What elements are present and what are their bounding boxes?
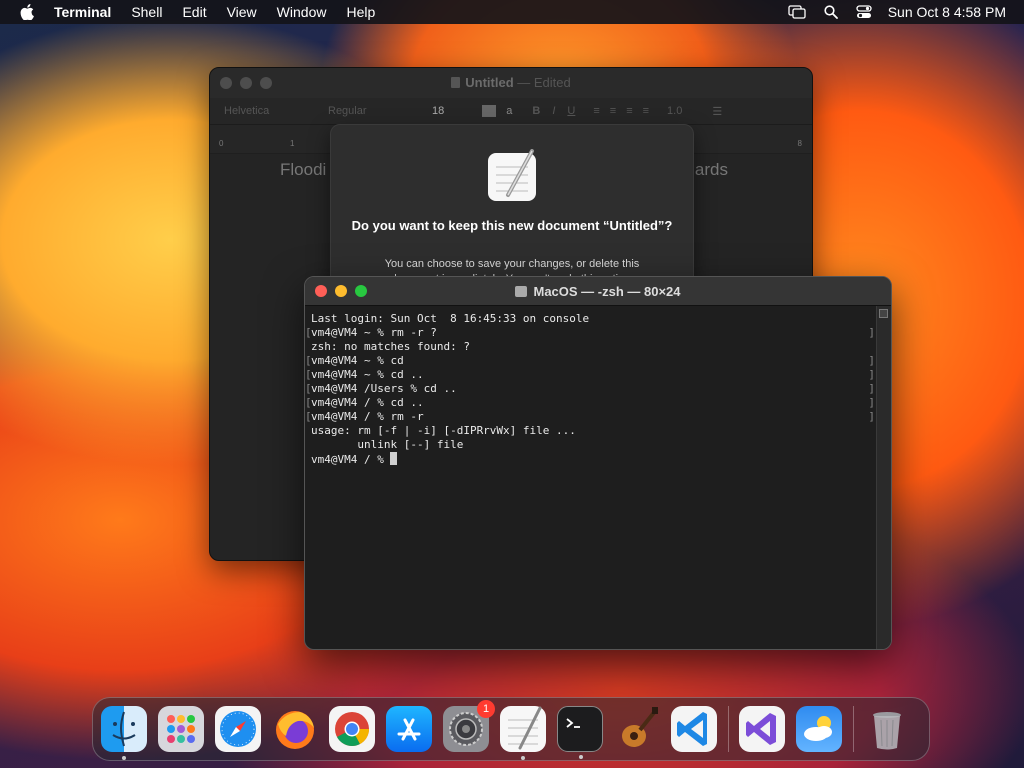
screen-mirroring-icon[interactable] bbox=[788, 5, 806, 19]
terminal-line: unlink [--] file bbox=[311, 438, 464, 451]
running-indicator bbox=[579, 755, 583, 759]
visual-studio-icon[interactable] bbox=[739, 706, 785, 752]
menu-edit[interactable]: Edit bbox=[182, 4, 206, 20]
chrome-icon[interactable] bbox=[329, 706, 375, 752]
terminal-line: zsh: no matches found: ? bbox=[311, 340, 470, 353]
terminal-line: vm4@VM4 ~ % cd bbox=[305, 354, 877, 368]
notification-badge: 1 bbox=[477, 700, 495, 718]
align-right-icon[interactable]: ≡ bbox=[626, 105, 632, 117]
text-cursor bbox=[390, 452, 398, 465]
apple-menu-icon[interactable] bbox=[20, 4, 34, 20]
textedit-document-icon bbox=[486, 149, 538, 203]
dock: 1 bbox=[92, 697, 930, 761]
menu-view[interactable]: View bbox=[227, 4, 257, 20]
underline-button[interactable]: U bbox=[567, 105, 575, 117]
terminal-line: usage: rm [-f | -i] [-dIPRrvWx] file ... bbox=[311, 424, 576, 437]
running-indicator bbox=[521, 756, 525, 760]
document-text-right[interactable]: ards bbox=[695, 160, 728, 180]
finder-icon[interactable] bbox=[101, 706, 147, 760]
menu-help[interactable]: Help bbox=[346, 4, 375, 20]
menu-app-name[interactable]: Terminal bbox=[54, 4, 111, 20]
textedit-title-text: Untitled bbox=[465, 75, 514, 90]
document-text-left[interactable]: Floodi bbox=[280, 160, 326, 180]
menu-bar-extras: Sun Oct 8 4:58 PM bbox=[770, 0, 1006, 24]
menu-clock[interactable]: Sun Oct 8 4:58 PM bbox=[888, 4, 1006, 20]
dock-separator bbox=[853, 706, 854, 752]
garageband-icon[interactable] bbox=[614, 706, 660, 752]
align-center-icon[interactable]: ≡ bbox=[610, 105, 616, 117]
terminal-output[interactable]: Last login: Sun Oct 8 16:45:33 on consol… bbox=[305, 306, 877, 649]
terminal-title-text: MacOS — -zsh — 80×24 bbox=[533, 284, 681, 299]
italic-button[interactable]: I bbox=[552, 105, 555, 117]
vscode-icon[interactable] bbox=[671, 706, 717, 752]
text-color-swatch[interactable] bbox=[482, 105, 497, 117]
launchpad-icon[interactable] bbox=[158, 706, 204, 752]
running-indicator bbox=[122, 756, 126, 760]
ruler-mark-1: 1 bbox=[290, 139, 295, 148]
sheet-question: Do you want to keep this new document “U… bbox=[351, 218, 673, 233]
keep-document-sheet: Do you want to keep this new document “U… bbox=[330, 124, 694, 286]
safari-icon[interactable] bbox=[215, 706, 261, 752]
terminal-line: vm4@VM4 ~ % rm -r ? bbox=[305, 326, 877, 340]
dock-separator bbox=[728, 706, 729, 752]
app-store-icon[interactable] bbox=[386, 706, 432, 752]
textedit-edited-label: — Edited bbox=[513, 75, 571, 90]
menu-bar: Terminal Shell Edit View Window Help Sun… bbox=[0, 0, 1024, 24]
terminal-line: Last login: Sun Oct 8 16:45:33 on consol… bbox=[311, 312, 590, 325]
weather-icon[interactable] bbox=[796, 706, 842, 752]
bold-button[interactable]: B bbox=[532, 105, 540, 117]
control-center-icon[interactable] bbox=[856, 5, 872, 19]
terminal-window: MacOS — -zsh — 80×24 Last login: Sun Oct… bbox=[304, 276, 892, 650]
system-settings-icon[interactable]: 1 bbox=[443, 700, 495, 752]
document-icon bbox=[451, 77, 461, 88]
list-bullets-icon[interactable]: ☰ bbox=[712, 105, 722, 118]
font-size-select[interactable]: 18 bbox=[432, 105, 444, 117]
textedit-format-bar: Helvetica Regular 18 a B I U ≡ ≡ ≡ ≡ 1.0… bbox=[210, 98, 812, 125]
terminal-line: vm4@VM4 / % cd .. bbox=[305, 396, 877, 410]
terminal-prompt-line[interactable]: vm4@VM4 / % bbox=[305, 452, 877, 466]
font-style-select[interactable]: Regular bbox=[328, 105, 408, 117]
menu-window[interactable]: Window bbox=[277, 4, 327, 20]
textedit-title: Untitled — Edited bbox=[210, 75, 812, 90]
line-spacing-select[interactable]: 1.0 bbox=[667, 105, 682, 117]
terminal-line: vm4@VM4 ~ % cd .. bbox=[305, 368, 877, 382]
firefox-icon[interactable] bbox=[272, 706, 318, 752]
terminal-line: vm4@VM4 /Users % cd .. bbox=[305, 382, 877, 396]
trash-icon[interactable] bbox=[864, 706, 910, 752]
split-pane-icon[interactable] bbox=[879, 309, 888, 318]
highlight-color-button[interactable]: a bbox=[506, 105, 512, 117]
terminal-prompt: vm4@VM4 / % bbox=[311, 453, 391, 466]
folder-icon bbox=[515, 286, 528, 297]
terminal-title: MacOS — -zsh — 80×24 bbox=[305, 284, 891, 299]
spotlight-search-icon[interactable] bbox=[824, 5, 838, 19]
terminal-icon[interactable] bbox=[557, 706, 603, 759]
ruler-mark-0: 0 bbox=[219, 139, 224, 148]
menu-shell[interactable]: Shell bbox=[131, 4, 162, 20]
align-left-icon[interactable]: ≡ bbox=[593, 105, 599, 117]
font-family-select[interactable]: Helvetica bbox=[224, 105, 304, 117]
terminal-scrollbar[interactable] bbox=[876, 306, 891, 649]
textedit-titlebar[interactable]: Untitled — Edited bbox=[210, 68, 812, 98]
terminal-line: vm4@VM4 / % rm -r bbox=[305, 410, 877, 424]
justify-icon[interactable]: ≡ bbox=[643, 105, 649, 117]
textedit-icon[interactable] bbox=[500, 706, 546, 760]
ruler-mark-8: 8 bbox=[797, 139, 802, 148]
terminal-titlebar[interactable]: MacOS — -zsh — 80×24 bbox=[305, 277, 891, 306]
